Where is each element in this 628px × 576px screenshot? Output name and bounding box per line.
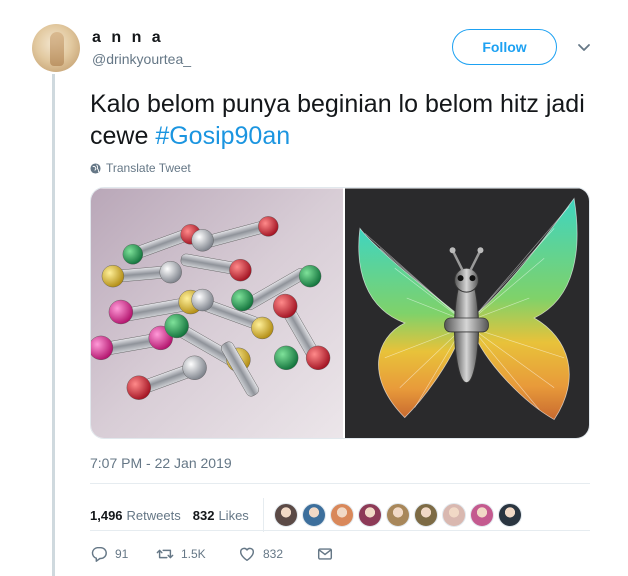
- liker-avatar[interactable]: [497, 503, 522, 527]
- liker-avatars: [273, 503, 522, 527]
- liker-avatar[interactable]: [357, 503, 382, 527]
- reply-count: 91: [115, 547, 129, 561]
- reply-icon: [91, 546, 107, 562]
- liker-avatar[interactable]: [273, 503, 298, 527]
- photo-butterfly-clip[interactable]: [344, 188, 589, 439]
- like-count: 832: [263, 547, 284, 561]
- avatar[interactable]: [32, 24, 80, 72]
- author-name[interactable]: a n n a: [92, 29, 164, 47]
- thread-line: [52, 74, 55, 576]
- tweet-stats: 1,496 Retweets 832 Likes: [90, 498, 522, 532]
- author-handle[interactable]: @drinkyourtea_: [92, 51, 191, 67]
- likes-label: Likes: [218, 507, 249, 523]
- like-button[interactable]: 832: [238, 545, 316, 563]
- hashtag-link[interactable]: #Gosip90an: [155, 122, 290, 150]
- stats-separator: [262, 498, 264, 532]
- heart-icon: [239, 547, 255, 562]
- liker-avatar[interactable]: [441, 503, 466, 527]
- retweets-count: 1,496: [90, 507, 123, 523]
- tweet-text: Kalo belom punya beginian lo belom hitz …: [90, 88, 610, 152]
- retweets-stat[interactable]: 1,496 Retweets: [90, 508, 181, 523]
- likes-count: 832: [192, 507, 215, 523]
- tweet-actions: 91 1.5K 832: [90, 545, 334, 563]
- reply-button[interactable]: 91: [90, 545, 156, 563]
- liker-avatar[interactable]: [385, 503, 410, 527]
- translate-label: Translate Tweet: [106, 161, 191, 175]
- likes-stat[interactable]: 832 Likes: [193, 508, 249, 523]
- liker-avatar[interactable]: [301, 503, 326, 527]
- chevron-down-icon[interactable]: [577, 40, 591, 54]
- direct-message-button[interactable]: [316, 545, 334, 563]
- liker-avatar[interactable]: [469, 503, 494, 527]
- envelope-icon: [317, 548, 333, 560]
- translate-tweet-link[interactable]: Translate Tweet: [90, 161, 191, 175]
- tweet-media[interactable]: [90, 187, 590, 439]
- retweet-button[interactable]: 1.5K: [156, 545, 238, 563]
- liker-avatar[interactable]: [413, 503, 438, 527]
- tweet-timestamp[interactable]: 7:07 PM - 22 Jan 2019: [90, 455, 232, 471]
- divider-top: [90, 483, 590, 484]
- globe-icon: [90, 162, 101, 174]
- retweets-label: Retweets: [126, 507, 181, 523]
- divider-bottom: [90, 530, 590, 531]
- photo-hair-ties[interactable]: [91, 188, 343, 439]
- liker-avatar[interactable]: [329, 503, 354, 527]
- retweet-count: 1.5K: [181, 547, 206, 561]
- follow-button[interactable]: Follow: [452, 29, 557, 65]
- retweet-icon: [156, 549, 174, 559]
